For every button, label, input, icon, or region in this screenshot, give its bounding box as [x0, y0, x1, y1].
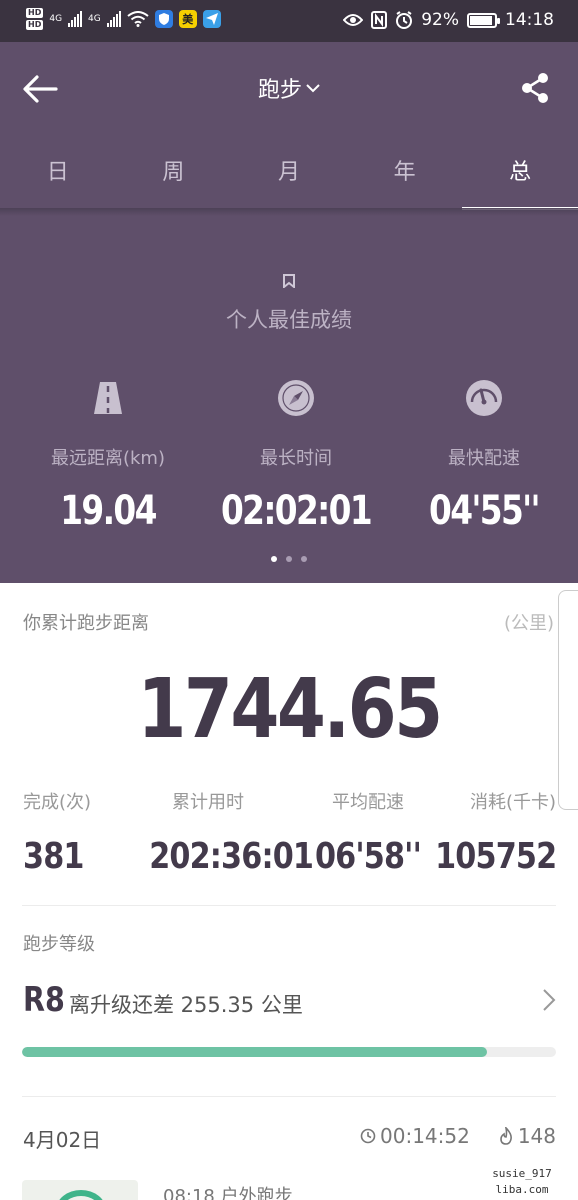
share-icon — [522, 73, 548, 103]
share-button[interactable] — [520, 72, 550, 104]
chevron-down-icon — [306, 84, 320, 93]
tab-week[interactable]: 周 — [116, 150, 232, 210]
watermark-line: liba.com — [495, 1183, 549, 1196]
header: 跑步 日 周 月 年 总 个人最佳成绩 最远距离(km) 19.04 最长时间 … — [0, 42, 578, 583]
flame-icon — [500, 1127, 512, 1145]
best-time-value: 02:02:01 — [220, 488, 373, 534]
stat-calories: 消耗(千卡) 105752 — [412, 788, 557, 877]
personal-best-carousel[interactable]: 最远距离(km) 19.04 最长时间 02:02:01 最快配速 04'55'… — [0, 378, 578, 534]
level-progress-bar — [22, 1047, 556, 1057]
total-distance-label: 你累计跑步距离 — [23, 613, 149, 634]
stat-value: 381 — [23, 836, 84, 877]
side-drawer-handle[interactable] — [558, 590, 578, 810]
running-level-label: 跑步等级 — [23, 934, 95, 955]
best-pace: 最快配速 04'55'' — [390, 378, 578, 534]
eye-icon — [343, 14, 364, 26]
tab-day[interactable]: 日 — [0, 150, 116, 210]
personal-best-title: 个人最佳成绩 — [226, 308, 352, 332]
best-pace-label: 最快配速 — [448, 448, 520, 469]
status-bar: HD HD 4G 4G 美 92% 14:18 — [0, 0, 578, 42]
watermark: susie_917 liba.com — [466, 1160, 578, 1200]
record-map-thumbnail[interactable] — [22, 1180, 138, 1200]
record-date: 4月02日 — [23, 1128, 102, 1152]
bookmark-icon — [283, 274, 295, 288]
best-time: 最长时间 02:02:01 — [202, 378, 390, 534]
shield-app-icon — [154, 10, 173, 28]
record-title[interactable]: 08:18 户外跑步 — [163, 1182, 293, 1200]
hd-badge: HD — [26, 8, 44, 18]
tab-month[interactable]: 月 — [231, 150, 347, 210]
meituan-app-icon: 美 — [178, 10, 197, 28]
running-level-row[interactable]: R8 离升级还差 255.35 公里 — [23, 980, 556, 1024]
alarm-icon — [396, 11, 413, 29]
clock: 14:18 — [505, 10, 554, 30]
route-path — [56, 1190, 106, 1200]
nfc-icon — [371, 11, 388, 29]
hd-indicators: HD HD — [26, 8, 44, 30]
page-dot — [271, 556, 277, 562]
best-distance: 最远距离(km) 19.04 — [14, 378, 202, 534]
hd-badge: HD — [26, 20, 44, 30]
stat-duration: 累计用时 202:36:01 — [138, 788, 314, 877]
page-title: 跑步 — [257, 78, 302, 103]
sport-type-selector[interactable]: 跑步 — [0, 72, 578, 104]
status-right: 92% 14:18 — [343, 10, 554, 30]
page-dot — [286, 556, 292, 562]
speedometer-icon — [466, 380, 502, 416]
road-icon — [94, 382, 122, 414]
stat-label: 消耗(千卡) — [469, 792, 556, 813]
page-dot — [301, 556, 307, 562]
stat-value: 202:36:01 — [149, 836, 314, 877]
battery-percent: 92% — [421, 10, 459, 30]
record-calories-value: 148 — [517, 1124, 556, 1148]
signal-icon — [106, 11, 121, 27]
battery-level — [470, 15, 493, 25]
compass-icon — [278, 380, 314, 416]
level-remaining-text: 离升级还差 255.35 公里 — [69, 993, 303, 1017]
level-code: R8 — [23, 980, 65, 1020]
divider — [22, 1096, 556, 1097]
record-calories: 148 — [498, 1124, 556, 1148]
total-distance-value: 1744.65 — [137, 662, 443, 757]
stat-label: 完成(次) — [23, 792, 92, 813]
network-type-label: 4G — [88, 14, 101, 24]
stat-label: 累计用时 — [172, 792, 244, 813]
tab-total[interactable]: 总 — [462, 150, 578, 210]
stat-value: 105752 — [434, 836, 557, 877]
chevron-right-icon — [543, 989, 556, 1011]
divider — [22, 905, 556, 906]
summary-stats: 完成(次) 381 累计用时 202:36:01 平均配速 06'58'' 消耗… — [0, 788, 578, 878]
tab-year[interactable]: 年 — [347, 150, 463, 210]
clock-icon — [360, 1128, 376, 1144]
level-progress-fill — [22, 1047, 487, 1057]
signal-icon — [68, 11, 83, 27]
stat-value: 06'58'' — [314, 836, 422, 877]
period-tabs: 日 周 月 年 总 — [0, 150, 578, 210]
record-duration: 00:14:52 — [360, 1124, 470, 1148]
best-distance-value: 19.04 — [60, 488, 157, 534]
network-type-label: 4G — [49, 14, 63, 24]
watermark-line: susie_917 — [492, 1167, 552, 1180]
record-duration-value: 00:14:52 — [380, 1124, 470, 1148]
battery-icon — [467, 12, 500, 28]
carousel-page-indicator — [0, 556, 578, 562]
tabs-divider — [0, 208, 578, 216]
stat-count: 完成(次) 381 — [23, 788, 95, 877]
best-time-label: 最长时间 — [260, 448, 332, 469]
paper-plane-app-icon — [202, 10, 221, 28]
total-distance-unit: (公里) — [503, 613, 554, 634]
status-left: HD HD 4G 4G 美 — [26, 8, 221, 30]
wifi-icon — [127, 11, 149, 27]
best-distance-label: 最远距离(km) — [50, 448, 165, 469]
best-pace-value: 04'55'' — [429, 488, 541, 534]
